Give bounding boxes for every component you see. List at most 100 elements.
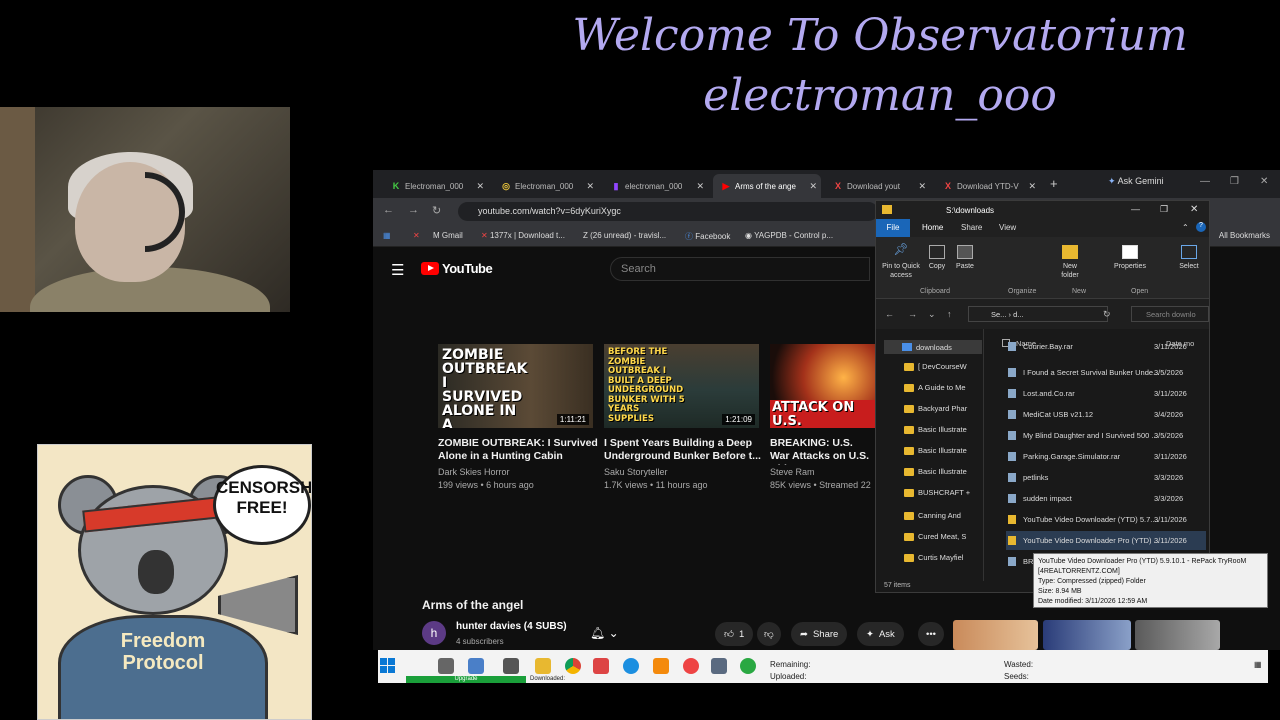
- file-row[interactable]: Lost.and.Co.rar 3/11/2026: [1006, 384, 1206, 403]
- tab-download-ytd[interactable]: X Download YTD-V ✕: [935, 174, 1040, 198]
- bookmark-unread[interactable]: Z (26 unread) - travisl...: [583, 231, 666, 240]
- file-row-hovered[interactable]: YouTube Video Downloader Pro (YTD) ... 3/…: [1006, 531, 1206, 550]
- menu-icon[interactable]: ☰: [391, 261, 404, 279]
- video-channel[interactable]: Saku Storyteller: [604, 467, 668, 477]
- bell-icon[interactable]: 🔔︎ ⌄: [590, 626, 619, 640]
- taskbar-app-icon[interactable]: [683, 658, 699, 674]
- edge-icon[interactable]: [623, 658, 639, 674]
- file-row[interactable]: My Blind Daughter and I Survived 500 ...…: [1006, 426, 1206, 445]
- file-row[interactable]: sudden impact 3/3/2026: [1006, 489, 1206, 508]
- nav-item[interactable]: Basic Illustrate: [904, 467, 967, 476]
- close-icon[interactable]: ✕: [476, 181, 484, 192]
- forward-icon[interactable]: →: [908, 309, 917, 319]
- utorrent-icon[interactable]: [740, 658, 756, 674]
- minimize-icon[interactable]: —: [1200, 176, 1210, 187]
- maximize-icon[interactable]: ❐: [1230, 176, 1239, 187]
- bookmark-facebook[interactable]: ⓕ Facebook: [685, 231, 730, 242]
- ribbon-tab-view[interactable]: View: [999, 223, 1016, 232]
- file-row[interactable]: MediCat USB v21.12 3/4/2026: [1006, 405, 1206, 424]
- ask-button[interactable]: ✦ Ask: [857, 622, 904, 646]
- minimize-icon[interactable]: —: [1131, 204, 1140, 214]
- channel-name[interactable]: hunter davies (4 SUBS): [456, 621, 567, 632]
- new-tab-button[interactable]: +: [1050, 176, 1058, 191]
- chevron-up-icon[interactable]: ⌃: [1182, 223, 1189, 232]
- nav-item[interactable]: Backyard Phar: [904, 404, 967, 413]
- youtube-logo[interactable]: YouTube: [421, 261, 493, 276]
- refresh-icon[interactable]: ↻: [1103, 309, 1111, 320]
- tray-icon[interactable]: ▦: [1254, 660, 1262, 669]
- file-row[interactable]: I Found a Secret Survival Bunker Unde...…: [1006, 363, 1206, 382]
- video-channel[interactable]: Dark Skies Horror: [438, 467, 510, 477]
- nav-item[interactable]: BUSHCRAFT +: [904, 488, 970, 497]
- video-thumbnail[interactable]: ZOMBIE OUTBREAK I SURVIVED ALONE IN A HU…: [438, 344, 593, 428]
- nav-item[interactable]: Curtis Mayfiel: [904, 553, 963, 562]
- taskbar-app-icon[interactable]: [503, 658, 519, 674]
- reload-icon[interactable]: ↻: [432, 204, 441, 217]
- copy-button[interactable]: Copy: [926, 245, 948, 271]
- back-icon[interactable]: ←: [383, 204, 394, 216]
- video-title[interactable]: I Spent Years Building a Deep Undergroun…: [604, 437, 769, 463]
- video-thumbnail[interactable]: BEFORE THE ZOMBIE OUTBREAK I BUILT A DEE…: [604, 344, 759, 428]
- forward-icon[interactable]: →: [408, 204, 419, 216]
- explorer-address-bar[interactable]: Se... › d...: [968, 306, 1108, 322]
- taskbar-app-icon[interactable]: [468, 658, 484, 674]
- file-row[interactable]: Parking.Garage.Simulator.rar 3/11/2026: [1006, 447, 1206, 466]
- ribbon-tab-file[interactable]: File: [876, 219, 910, 237]
- bookmark-yagpdb[interactable]: ◉ YAGPDB - Control p...: [745, 231, 833, 240]
- properties-button[interactable]: Properties: [1110, 245, 1150, 271]
- file-explorer-icon[interactable]: [535, 658, 551, 674]
- new-folder-button[interactable]: New folder: [1056, 245, 1084, 280]
- close-icon[interactable]: ✕: [1190, 204, 1198, 215]
- ribbon-tab-home[interactable]: Home: [922, 223, 943, 232]
- tab-kick[interactable]: K Electroman_000 ✕: [383, 174, 488, 198]
- select-button[interactable]: Select: [1176, 245, 1202, 271]
- youtube-search-input[interactable]: Search: [610, 257, 870, 281]
- close-icon[interactable]: ✕: [696, 181, 704, 192]
- taskbar-app-icon[interactable]: [438, 658, 454, 674]
- nav-item-downloads[interactable]: downloads: [884, 340, 982, 354]
- tab-twitch[interactable]: ▮ electroman_000 ✕: [603, 174, 708, 198]
- taskbar-app-icon[interactable]: [593, 658, 609, 674]
- video-channel[interactable]: Steve Ram: [770, 467, 815, 477]
- video-thumbnail[interactable]: [1135, 620, 1220, 650]
- address-bar[interactable]: youtube.com/watch?v=6dyKuriXygc: [458, 202, 878, 221]
- file-row[interactable]: Courier.Bay.rar 3/11/2026: [1006, 342, 1206, 356]
- video-thumbnail[interactable]: [953, 620, 1038, 650]
- file-row[interactable]: petlinks 3/3/2026: [1006, 468, 1206, 487]
- nav-item[interactable]: Basic Illustrate: [904, 425, 967, 434]
- dislike-button[interactable]: 👎︎: [757, 622, 781, 646]
- like-button[interactable]: 👍︎ 1: [715, 622, 754, 646]
- close-icon[interactable]: ✕: [586, 181, 594, 192]
- chrome-icon[interactable]: [565, 658, 581, 674]
- video-thumbnail[interactable]: [1043, 620, 1131, 650]
- close-window-icon[interactable]: ✕: [1260, 176, 1268, 187]
- more-actions-button[interactable]: •••: [918, 622, 944, 646]
- upgrade-button[interactable]: Upgrade: [406, 676, 526, 683]
- nav-item[interactable]: Cured Meat, S: [904, 532, 966, 541]
- share-button[interactable]: ➦ Share: [791, 622, 848, 646]
- all-bookmarks-button[interactable]: All Bookmarks: [1219, 231, 1270, 240]
- nav-item[interactable]: [ DevCourseW: [904, 362, 967, 371]
- windows-start-icon[interactable]: [380, 658, 396, 674]
- maximize-icon[interactable]: ❐: [1160, 204, 1168, 215]
- tab-download-youtube[interactable]: X Download yout ✕: [825, 174, 930, 198]
- bookmark-1377x[interactable]: ✕ 1377x | Download t...: [481, 231, 565, 240]
- paste-button[interactable]: Paste: [954, 245, 976, 271]
- vlc-icon[interactable]: [653, 658, 669, 674]
- explorer-search-input[interactable]: Search downlo: [1131, 306, 1209, 322]
- nav-item[interactable]: A Guide to Me: [904, 383, 966, 392]
- pin-quick-access-button[interactable]: 📌︎ Pin to Quick access: [880, 243, 922, 280]
- ribbon-tab-share[interactable]: Share: [961, 223, 982, 232]
- back-icon[interactable]: ←: [885, 309, 894, 319]
- avatar[interactable]: h: [422, 621, 446, 645]
- apps-icon[interactable]: ▦: [383, 231, 391, 240]
- close-icon[interactable]: ✕: [918, 181, 926, 192]
- nav-item[interactable]: Canning And: [904, 511, 961, 520]
- file-row[interactable]: YouTube Video Downloader (YTD) 5.7.... 3/…: [1006, 510, 1206, 529]
- close-icon[interactable]: ✕: [1028, 181, 1036, 192]
- video-thumbnail[interactable]: ATTACK ON U.S.: [770, 344, 875, 428]
- chevron-down-icon[interactable]: ⌄: [928, 309, 936, 320]
- close-icon[interactable]: ✕: [809, 181, 817, 192]
- video-title[interactable]: ZOMBIE OUTBREAK: I Survived Alone in a H…: [438, 437, 603, 463]
- up-icon[interactable]: ↑: [947, 309, 952, 319]
